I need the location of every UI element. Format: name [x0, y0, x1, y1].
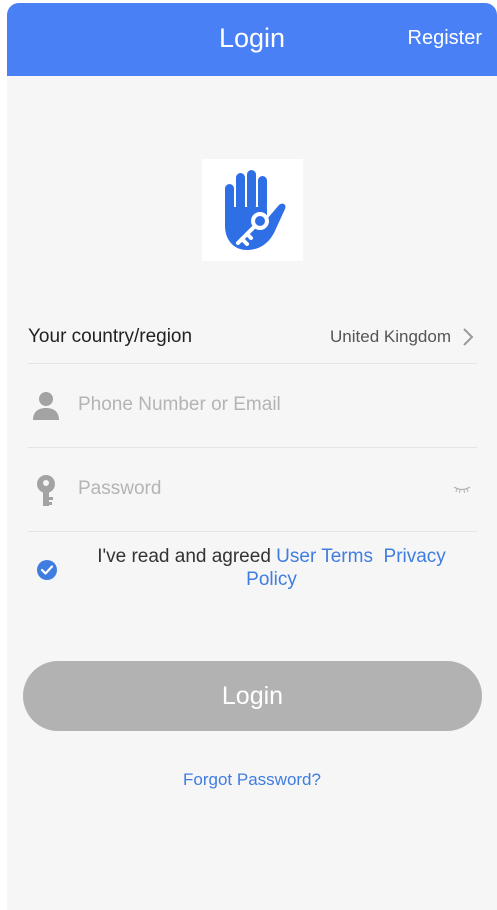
hand-key-icon	[225, 170, 286, 250]
password-row	[28, 448, 477, 532]
password-input[interactable]	[78, 474, 438, 504]
agreement-prefix: I've read and agreed	[97, 546, 277, 567]
terms-agreement: I've read and agreed User Terms Privacy …	[28, 545, 477, 605]
eye-closed-icon[interactable]	[453, 484, 471, 494]
terms-agreement-text: I've read and agreed User Terms Privacy …	[74, 545, 469, 591]
agreement-separator	[373, 546, 384, 567]
country-region-value: United Kingdom	[330, 327, 451, 346]
login-screen: Login Register Your country/region Unite…	[7, 3, 497, 910]
country-region-label: Your country/region	[28, 326, 193, 347]
phone-email-row	[28, 364, 477, 448]
chevron-right-icon	[463, 328, 474, 346]
key-icon	[37, 475, 55, 506]
checkbox-checked-icon[interactable]	[36, 559, 58, 581]
country-region-selector[interactable]: Your country/region United Kingdom	[28, 308, 477, 364]
phone-email-input[interactable]	[78, 390, 438, 420]
register-link[interactable]: Register	[408, 25, 482, 51]
user-terms-link[interactable]: User Terms	[276, 546, 373, 567]
app-logo	[202, 159, 303, 261]
login-button[interactable]: Login	[23, 661, 482, 731]
forgot-password-link[interactable]: Forgot Password?	[7, 769, 497, 791]
header-bar: Login Register	[7, 3, 497, 76]
person-icon	[33, 392, 59, 420]
